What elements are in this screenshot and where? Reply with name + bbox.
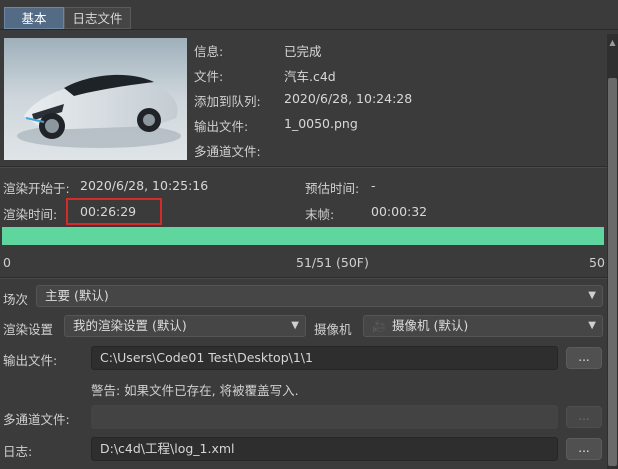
output-value: 1_0050.png [284, 116, 358, 131]
chevron-down-icon: ▼ [588, 290, 596, 301]
output-file-field[interactable]: C:\Users\Code01 Test\Desktop\1\1 [91, 346, 558, 370]
tab-divider [0, 29, 618, 30]
file-value: 汽车.c4d [284, 69, 336, 84]
output-label: 输出文件: [194, 119, 249, 134]
render-time-label: 渲染时间: [3, 207, 58, 222]
scroll-up-icon[interactable]: ▲ [608, 38, 617, 48]
render-settings-label: 渲染设置 [3, 322, 54, 337]
eta-value: - [371, 178, 376, 193]
status-value: 已完成 [284, 44, 322, 59]
render-progress-fill [2, 227, 604, 245]
camera-icon: 🎥 [372, 320, 386, 333]
take-label: 场次 [3, 292, 29, 307]
take-dropdown-value: 主要 (默认) [45, 288, 109, 303]
render-start-value: 2020/6/28, 10:25:16 [80, 178, 209, 193]
car-render-image [4, 38, 187, 160]
progress-count-label: 51/51 (50F) [296, 255, 369, 270]
camera-dropdown-value: 摄像机 (默认) [391, 318, 469, 333]
output-file-label: 输出文件: [3, 353, 58, 368]
last-frame-label: 末帧: [305, 207, 335, 222]
overwrite-warning: 警告: 如果文件已存在, 将被覆盖写入. [91, 383, 299, 398]
take-dropdown[interactable]: 主要 (默认) ▼ [36, 285, 603, 307]
multipass-file-field[interactable] [91, 405, 558, 429]
chevron-down-icon: ▼ [588, 320, 596, 331]
log-label: 日志: [3, 444, 33, 459]
divider [0, 278, 607, 279]
render-start-label: 渲染开始于: [3, 181, 70, 196]
progress-max-label: 50 [589, 255, 605, 270]
log-browse-button[interactable]: ... [566, 438, 602, 460]
last-frame-value: 00:00:32 [371, 204, 428, 219]
render-preview-thumbnail [4, 38, 187, 160]
tab-log-file[interactable]: 日志文件 [64, 7, 131, 29]
log-file-field[interactable]: D:\c4d\工程\log_1.xml [91, 437, 558, 461]
render-progress-bar [2, 227, 604, 245]
camera-label: 摄像机 [314, 322, 352, 337]
scrollbar-thumb[interactable] [608, 78, 617, 466]
multipass-info-label: 多通道文件: [194, 144, 261, 159]
render-time-highlight [66, 198, 162, 225]
divider [0, 167, 607, 168]
multipass-browse-button[interactable]: ... [566, 406, 602, 428]
progress-min-label: 0 [3, 255, 11, 270]
queued-label: 添加到队列: [194, 94, 261, 109]
render-settings-dropdown[interactable]: 我的渲染设置 (默认) ▼ [64, 315, 306, 337]
queued-value: 2020/6/28, 10:24:28 [284, 91, 413, 106]
output-file-browse-button[interactable]: ... [566, 347, 602, 369]
file-label: 文件: [194, 69, 224, 84]
status-label: 信息: [194, 44, 224, 59]
chevron-down-icon: ▼ [291, 320, 299, 331]
tab-basic[interactable]: 基本 [4, 7, 64, 29]
multipass-file-label: 多通道文件: [3, 412, 70, 427]
eta-label: 预估时间: [305, 181, 360, 196]
render-settings-dropdown-value: 我的渲染设置 (默认) [73, 318, 187, 333]
camera-dropdown[interactable]: 🎥 摄像机 (默认) ▼ [363, 315, 603, 337]
